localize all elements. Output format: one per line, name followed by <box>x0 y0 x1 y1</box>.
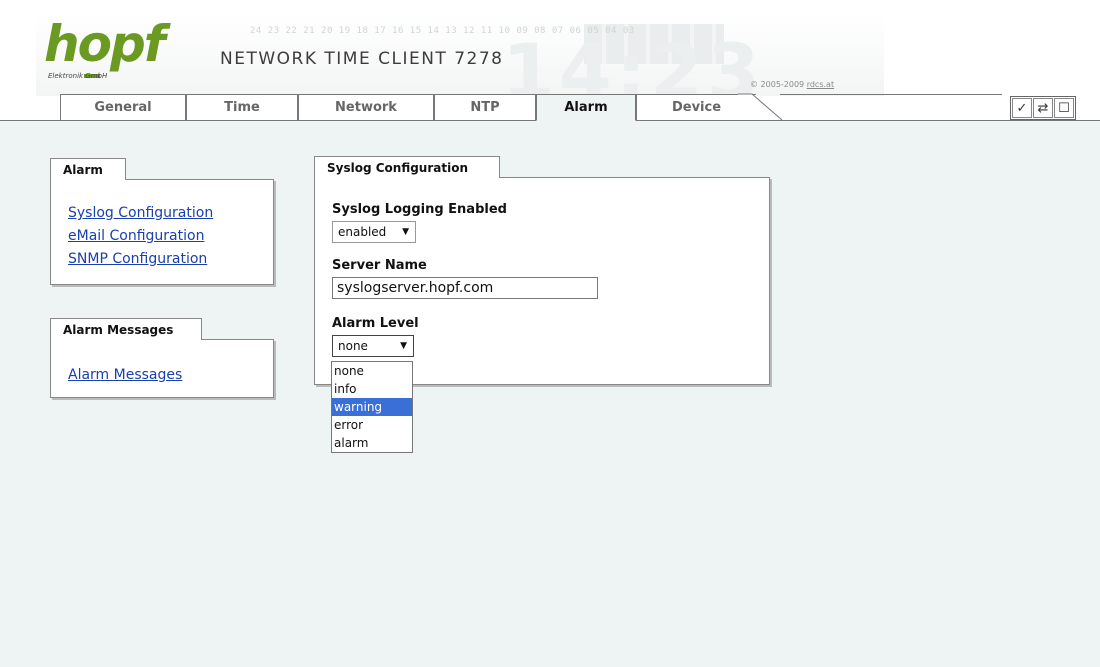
alarm-level-select[interactable]: none ▼ <box>332 335 414 357</box>
tab-network[interactable]: Network <box>298 94 434 120</box>
save-icon[interactable]: ☐ <box>1054 98 1074 118</box>
syslog-panel-title: Syslog Configuration <box>314 156 500 178</box>
syslog-panel: Syslog Logging Enabled enabled ▼ Server … <box>314 177 770 385</box>
copyright-link[interactable]: rdcs.at <box>807 80 834 89</box>
chevron-down-icon: ▼ <box>400 341 407 351</box>
syslog-logging-select[interactable]: enabled ▼ <box>332 221 416 243</box>
email-config-link[interactable]: eMail Configuration <box>68 225 273 248</box>
snmp-config-link[interactable]: SNMP Configuration <box>68 248 273 271</box>
reload-icon[interactable]: ⇄ <box>1033 98 1053 118</box>
tab-ntp[interactable]: NTP <box>434 94 536 120</box>
alarm-level-value: none <box>338 339 368 353</box>
alarm-level-option-info[interactable]: info <box>332 380 412 398</box>
server-name-label: Server Name <box>332 258 427 273</box>
syslog-logging-value: enabled <box>338 225 387 239</box>
alarm-level-option-alarm[interactable]: alarm <box>332 434 412 452</box>
alarm-panel-title: Alarm <box>50 158 126 180</box>
alarm-messages-panel-title: Alarm Messages <box>50 318 202 340</box>
tab-alarm[interactable]: Alarm <box>536 94 636 121</box>
alarm-level-label: Alarm Level <box>332 316 419 331</box>
check-icon[interactable]: ✓ <box>1012 98 1032 118</box>
toolbar: ✓ ⇄ ☐ <box>1010 96 1076 120</box>
syslog-logging-label: Syslog Logging Enabled <box>332 202 507 217</box>
logo-subtitle: Elektronik GmbH <box>48 72 108 80</box>
syslog-config-link[interactable]: Syslog Configuration <box>68 202 273 225</box>
alarm-level-option-error[interactable]: error <box>332 416 412 434</box>
tab-device-edge <box>738 93 783 120</box>
server-name-input[interactable]: syslogserver.hopf.com <box>332 277 598 299</box>
alarm-level-option-none[interactable]: none <box>332 362 412 380</box>
tab-bar-line <box>780 94 1002 120</box>
alarm-level-option-warning[interactable]: warning <box>332 398 412 416</box>
tab-time[interactable]: Time <box>186 94 298 120</box>
chevron-down-icon: ▼ <box>402 227 409 237</box>
logo-wordmark: hopf <box>44 15 165 73</box>
alarm-messages-panel: Alarm Messages <box>50 339 274 398</box>
tab-general[interactable]: General <box>60 94 186 120</box>
alarm-messages-link[interactable]: Alarm Messages <box>68 364 273 387</box>
alarm-level-dropdown: none info warning error alarm <box>331 361 413 453</box>
app-title: NETWORK TIME CLIENT 7278 <box>220 49 504 69</box>
hopf-logo: hopf Elektronik GmbH <box>44 16 174 82</box>
copyright: © 2005-2009 rdcs.at <box>750 80 834 89</box>
copyright-text: © 2005-2009 <box>750 80 807 89</box>
alarm-panel: Syslog Configuration eMail Configuration… <box>50 179 274 285</box>
